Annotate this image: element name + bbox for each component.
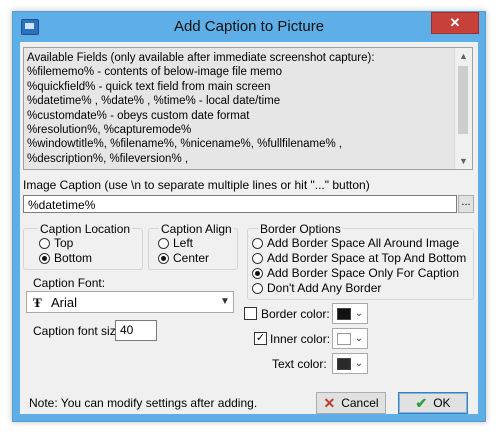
border-color-checkbox[interactable] (244, 307, 257, 320)
radio-icon (252, 282, 263, 294)
close-button[interactable]: ✕ (431, 12, 479, 34)
window-title: Add Caption to Picture (173, 18, 325, 35)
caption-more-button[interactable]: ... (458, 195, 474, 213)
ok-button-label: OK (433, 396, 451, 410)
fields-line: Available Fields (only available after i… (27, 52, 375, 64)
caption-input[interactable]: %datetime% (23, 195, 457, 213)
caption-label: Image Caption (use \n to separate multip… (23, 178, 370, 192)
text-color-swatch (337, 358, 351, 370)
caption-align-legend: Caption Align (159, 222, 234, 236)
fields-line: %datetime% , %date% , %time% - local dat… (27, 95, 281, 108)
fields-line: %resolution%, %capturemode% (27, 124, 192, 137)
align-center-label: Center (173, 251, 210, 265)
align-center-radio[interactable]: Center (158, 251, 209, 265)
inner-color-swatch (337, 333, 351, 345)
font-select-value: Arial (51, 295, 78, 310)
align-left-label: Left (173, 236, 194, 250)
dialog-body: Available Fields (only available after i… (20, 42, 478, 414)
radio-icon (158, 237, 169, 249)
border-all-around-label: Add Border Space All Around Image (267, 236, 460, 250)
fields-scrollbar[interactable]: ▲ ▼ (454, 48, 472, 169)
inner-color-checkbox[interactable]: ✓ (254, 332, 267, 345)
radio-selected-icon (39, 252, 50, 264)
border-none-radio[interactable]: Don't Add Any Border (252, 281, 381, 295)
location-bottom-label: Bottom (54, 251, 93, 265)
border-caption-only-label: Add Border Space Only For Caption (267, 266, 460, 280)
dialog-window: Add Caption to Picture ✕ Available Field… (12, 11, 486, 422)
inner-color-picker[interactable]: ⌄ (332, 328, 368, 349)
location-top-radio[interactable]: Top (39, 236, 73, 250)
border-color-picker[interactable]: ⌄ (332, 303, 368, 324)
location-bottom-radio[interactable]: Bottom (39, 251, 92, 265)
inner-color-label: Inner color: (270, 332, 331, 346)
border-color-swatch (337, 308, 351, 320)
border-options-legend: Border Options (258, 222, 343, 236)
footer-note: Note: You can modify settings after addi… (29, 396, 258, 410)
font-size-label: Caption font size: (33, 324, 126, 338)
scroll-down-icon[interactable]: ▼ (455, 153, 472, 169)
font-select[interactable]: Ŧ Arial ▼ (26, 291, 234, 313)
chevron-down-icon: ⌄ (354, 308, 364, 319)
available-fields-text: Available Fields (only available after i… (27, 51, 453, 166)
scrollbar-thumb[interactable] (458, 66, 468, 134)
text-color-picker[interactable]: ⌄ (332, 353, 368, 374)
available-fields-memo[interactable]: Available Fields (only available after i… (23, 47, 473, 170)
cancel-button-label: Cancel (341, 396, 379, 410)
fields-line: %filememo% - contents of below-image fil… (27, 66, 283, 79)
radio-icon (252, 237, 263, 249)
fields-line: %description%, %fileversion% , (27, 152, 189, 165)
font-size-input[interactable]: 40 (115, 320, 157, 341)
title-bar[interactable]: Add Caption to Picture ✕ (13, 12, 485, 42)
radio-icon (39, 237, 50, 249)
border-top-bottom-radio[interactable]: Add Border Space at Top And Bottom (252, 251, 466, 265)
chevron-down-icon: ⌄ (354, 333, 364, 344)
checkmark-icon: ✔ (415, 394, 428, 411)
fields-line: %windowtitle%, %filename%, %nicename%, %… (27, 138, 343, 151)
radio-icon (252, 252, 263, 264)
chevron-down-icon: ▼ (220, 296, 230, 307)
radio-selected-icon (252, 267, 263, 279)
border-color-label: Border color: (261, 307, 330, 321)
caption-location-legend: Caption Location (38, 222, 133, 236)
fields-line: %customdate% - obeys custom date format (27, 109, 250, 122)
border-caption-only-radio[interactable]: Add Border Space Only For Caption (252, 266, 459, 280)
border-none-label: Don't Add Any Border (267, 281, 382, 295)
cancel-x-icon: ✕ (323, 394, 336, 411)
caption-font-label: Caption Font: (33, 276, 106, 290)
fields-line: %quickfield% - quick text field from mai… (27, 80, 271, 93)
scroll-up-icon[interactable]: ▲ (455, 48, 472, 64)
location-top-label: Top (54, 236, 74, 250)
truetype-font-icon: Ŧ (33, 295, 42, 310)
align-left-radio[interactable]: Left (158, 236, 193, 250)
ok-button[interactable]: ✔ OK (398, 392, 468, 414)
border-top-bottom-label: Add Border Space at Top And Bottom (267, 251, 467, 265)
cancel-button[interactable]: ✕ Cancel (316, 392, 386, 414)
text-color-label: Text color: (272, 357, 327, 371)
chevron-down-icon: ⌄ (354, 358, 364, 369)
border-all-around-radio[interactable]: Add Border Space All Around Image (252, 236, 459, 250)
radio-selected-icon (158, 252, 169, 264)
